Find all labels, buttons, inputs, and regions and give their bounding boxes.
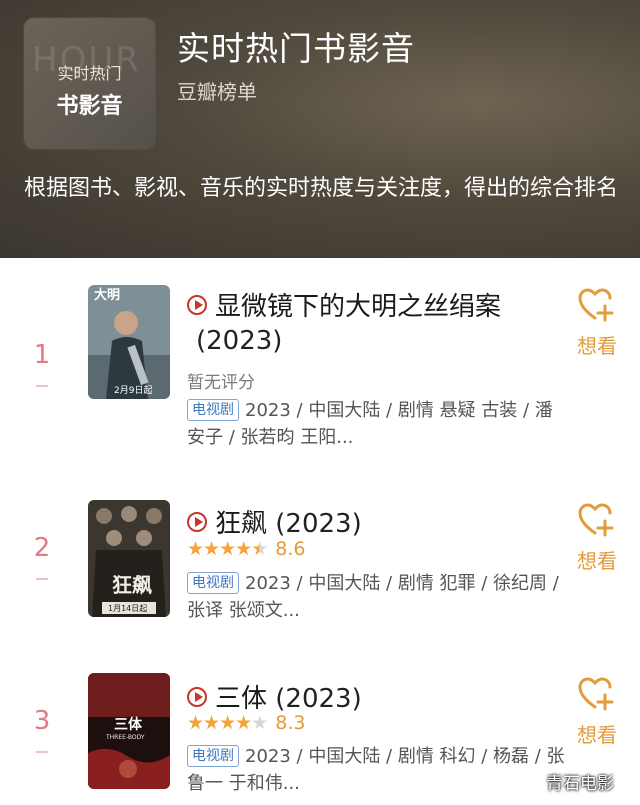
item-meta: 电视剧 2023 / 中国大陆 / 剧情 悬疑 古装 / 潘 安子 / 张若昀 王… xyxy=(187,397,579,451)
rank-number: 3 xyxy=(33,706,51,736)
star-rating: ★★★★★ 8.3 xyxy=(187,712,305,734)
rank-change-indicator xyxy=(36,751,48,753)
list-header: HOUR 实时热门 书影音 实时热门书影音 豆瓣榜单 根据图书、影视、音乐的实时… xyxy=(0,0,640,258)
poster-image[interactable]: 大明 2月9日起 xyxy=(88,285,170,399)
meta-line1: 2023 / 中国大陆 / 剧情 科幻 / 杨磊 / 张 xyxy=(245,746,565,767)
meta-line1: 2023 / 中国大陆 / 剧情 犯罪 / 徐纪周 / xyxy=(245,573,559,594)
item-meta: 电视剧 2023 / 中国大陆 / 剧情 科幻 / 杨磊 / 张 鲁一 于和伟..… xyxy=(187,743,579,797)
item-title-line[interactable]: 三体 (2023) xyxy=(187,678,362,715)
star-icon: ★ xyxy=(219,712,236,734)
cover-line1: 实时热门 xyxy=(57,64,122,83)
poster-title: 狂飙 xyxy=(112,573,152,597)
star-icon: ★ xyxy=(203,538,220,560)
star-icon: ★ xyxy=(235,712,252,734)
item-title[interactable]: 狂飙 xyxy=(215,509,267,539)
heart-plus-icon xyxy=(578,677,614,711)
item-meta: 电视剧 2023 / 中国大陆 / 剧情 犯罪 / 徐纪周 / 张译 张颂文... xyxy=(187,570,579,624)
list-description: 根据图书、影视、音乐的实时热度与关注度，得出的综合排名 xyxy=(24,176,619,201)
poster-title: 大明 xyxy=(94,287,120,303)
want-label: 想看 xyxy=(577,723,617,747)
poster-date: 2月9日起 xyxy=(114,385,152,396)
item-title[interactable]: 三体 xyxy=(215,684,267,714)
play-icon[interactable] xyxy=(187,686,207,707)
item-title-line[interactable]: 狂飙 (2023) xyxy=(187,503,362,540)
star-icon: ★ xyxy=(187,712,204,734)
want-to-watch-button[interactable]: 想看 xyxy=(574,503,620,573)
meta-line1: 2023 / 中国大陆 / 剧情 悬疑 古装 / 潘 xyxy=(245,400,553,421)
rank-change-indicator xyxy=(36,385,48,387)
list-item[interactable]: 3 三体 THREE-BODY 三体 (2023) ★★★★★ 8.3 电视剧 20… xyxy=(0,651,640,805)
list-cover: HOUR 实时热门 书影音 xyxy=(24,18,155,149)
empty-star-icon: ★ xyxy=(251,712,268,734)
meta-line2: 张译 张颂文... xyxy=(187,600,300,621)
poster-image[interactable]: 狂飙 1月14日起 xyxy=(88,500,170,617)
star-icon: ★ xyxy=(219,538,236,560)
rank-change-indicator xyxy=(36,578,48,580)
no-rating-text: 暂无评分 xyxy=(187,373,255,393)
poster-image[interactable]: 三体 THREE-BODY xyxy=(88,673,170,789)
item-year: (2023) xyxy=(196,326,283,356)
category-tag: 电视剧 xyxy=(187,745,239,767)
rank-number: 1 xyxy=(33,340,51,370)
poster-subtitle: THREE-BODY xyxy=(105,734,145,741)
play-icon[interactable] xyxy=(187,511,207,532)
poster-date: 1月14日起 xyxy=(108,604,147,613)
meta-line2: 安子 / 张若昀 王阳... xyxy=(187,427,354,448)
rating-score: 8.3 xyxy=(275,712,306,734)
source-watermark: 青石电影 xyxy=(546,774,614,794)
want-label: 想看 xyxy=(577,549,617,573)
cover-line2: 书影音 xyxy=(56,94,123,119)
page-subtitle[interactable]: 豆瓣榜单 xyxy=(177,76,257,105)
heart-plus-icon xyxy=(578,288,614,322)
category-tag: 电视剧 xyxy=(187,572,239,594)
want-to-watch-button[interactable]: 想看 xyxy=(574,288,620,358)
item-year-line: (2023) xyxy=(196,326,282,356)
half-star-icon: ★ xyxy=(251,538,268,560)
category-tag: 电视剧 xyxy=(187,399,239,421)
star-rating: ★★★★★ 8.6 xyxy=(187,538,305,560)
page-title: 实时热门书影音 xyxy=(177,29,415,68)
want-to-watch-button[interactable]: 想看 xyxy=(574,677,620,747)
want-label: 想看 xyxy=(577,334,617,358)
item-year: (2023) xyxy=(275,509,362,539)
star-icon: ★ xyxy=(187,538,204,560)
star-icon: ★ xyxy=(203,712,220,734)
star-icon: ★ xyxy=(235,538,252,560)
item-year: (2023) xyxy=(275,684,362,714)
item-title[interactable]: 显微镜下的大明之丝绢案 xyxy=(215,292,501,322)
meta-line2: 鲁一 于和伟... xyxy=(187,773,300,794)
heart-plus-icon xyxy=(578,503,614,537)
rating-score: 8.6 xyxy=(275,538,306,560)
list-item[interactable]: 2 狂飙 1月14日起 狂飙 (2023) ★★★★★ 8.6 电视剧 2023 /… xyxy=(0,473,640,651)
list-item[interactable]: 1 大明 2月9日起 显微镜下的大明之丝绢案 (2023) 暂无评分 电视剧 20… xyxy=(0,258,640,473)
rank-number: 2 xyxy=(33,533,51,563)
play-icon[interactable] xyxy=(187,294,207,315)
item-title-line[interactable]: 显微镜下的大明之丝绢案 xyxy=(187,286,501,323)
poster-title: 三体 xyxy=(114,716,143,733)
